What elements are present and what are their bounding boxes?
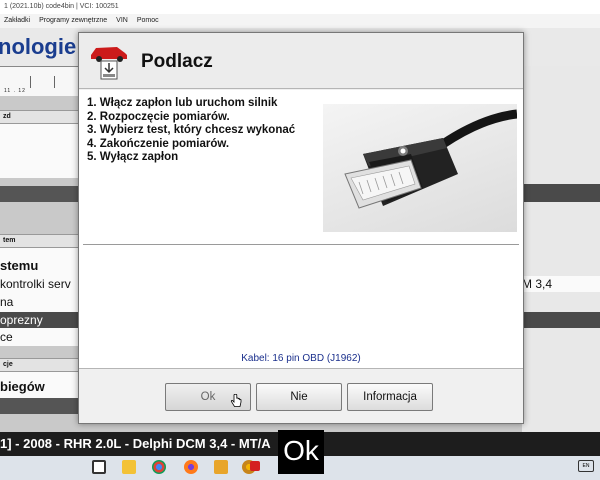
tray-keyboard-icon[interactable]: EN — [578, 460, 594, 472]
info-button[interactable]: Informacja — [347, 383, 433, 411]
firefox-icon[interactable] — [184, 460, 198, 474]
menu-bar: Zakładki Programy zewnętrzne VIN Pomoc — [0, 14, 600, 28]
menu-item-zakladki[interactable]: Zakładki — [4, 17, 30, 25]
ruler-tick — [54, 76, 55, 88]
connect-dialog: Podlacz 1. Włącz zapłon lub uruchom siln… — [78, 32, 524, 424]
menu-item-pomoc[interactable]: Pomoc — [137, 17, 159, 25]
menu-item-vin[interactable]: VIN — [116, 17, 128, 25]
list-item[interactable]: ce — [0, 329, 84, 345]
dialog-header: Podlacz — [79, 33, 523, 89]
brand-logo-text: nologie — [0, 34, 77, 59]
window-titlebar: 1 (2021.10b) code4bin | VCI: 100251 — [0, 0, 600, 14]
instruction-list: 1. Włącz zapłon lub uruchom silnik 2. Ro… — [87, 97, 295, 165]
no-button[interactable]: Nie — [256, 383, 342, 411]
ruler-label: 11 . 12 — [4, 88, 26, 94]
files-icon[interactable] — [214, 460, 228, 474]
hand-cursor-icon — [230, 393, 242, 408]
chrome-icon[interactable] — [152, 460, 166, 474]
task-view-icon[interactable] — [92, 460, 106, 474]
list-item[interactable]: na — [0, 294, 84, 310]
instruction-step: 5. Wyłącz zapłon — [87, 151, 179, 164]
right-column — [522, 66, 600, 432]
dialog-body: 1. Włącz zapłon lub uruchom silnik 2. Ro… — [79, 90, 523, 368]
dialog-footer: Ok Nie Informacja — [79, 368, 523, 423]
dialog-title: Podlacz — [141, 51, 213, 72]
right-selected-row — [522, 184, 600, 202]
panel-system-title: stemu — [0, 258, 39, 273]
instruction-step: 3. Wybierz test, który chcesz wykonać — [87, 124, 296, 137]
panel-system-header: tem — [0, 234, 84, 248]
panel-vehicle-header: zd — [0, 110, 84, 124]
instruction-step: 1. Włącz zapłon lub uruchom silnik — [87, 97, 278, 109]
ruler-tick — [30, 76, 31, 88]
car-diagnostic-icon — [87, 41, 131, 83]
menu-item-programy[interactable]: Programy zewnętrzne — [39, 17, 107, 25]
instruction-step: 4. Zakończenie pomiarów. — [87, 137, 230, 150]
list-item[interactable]: kontrolki serv — [0, 276, 84, 292]
panel-divider — [0, 398, 84, 414]
window-title: 1 (2021.10b) code4bin | VCI: 100251 — [4, 3, 119, 10]
right-list-item[interactable]: M 3,4 — [522, 276, 600, 292]
list-item-selected[interactable]: oprezny — [0, 312, 84, 328]
instruction-step: 2. Rozpoczęcie pomiarów. — [87, 110, 230, 123]
app-icon[interactable] — [250, 461, 260, 471]
cable-label: Kabel: 16 pin OBD (J1962) — [241, 353, 361, 364]
panel-functions-title: biegów — [0, 379, 45, 394]
explorer-icon[interactable] — [122, 460, 136, 474]
panel-functions-header: cje — [0, 358, 84, 372]
caption-overlay: Ok — [278, 430, 324, 474]
panel-divider — [0, 186, 84, 202]
obd-connector-photo — [323, 104, 517, 232]
right-selected-row — [522, 312, 600, 328]
body-separator — [83, 244, 519, 245]
